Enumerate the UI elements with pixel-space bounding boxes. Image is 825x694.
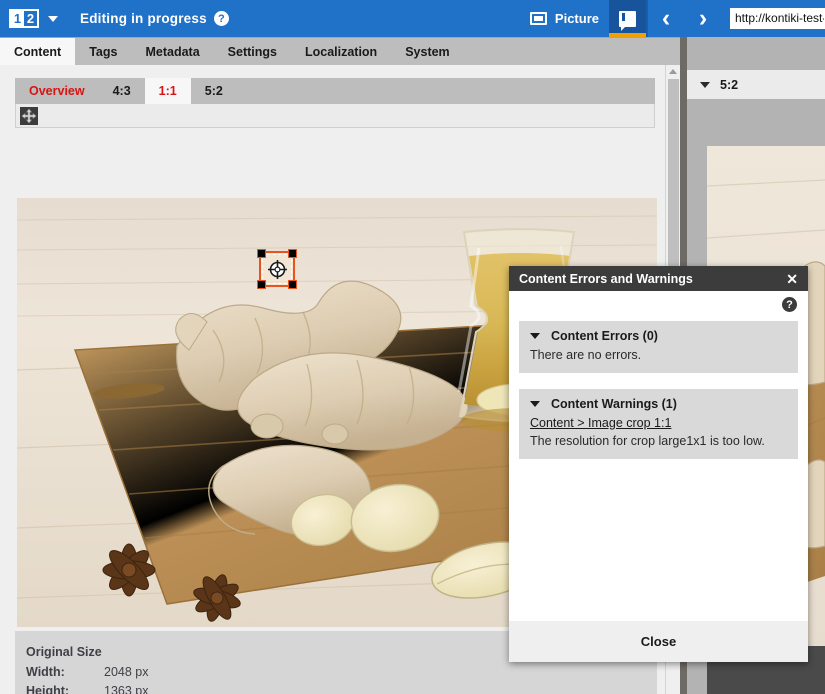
crop-center-target-icon[interactable] [267, 259, 287, 279]
chevron-down-icon[interactable] [530, 401, 540, 407]
height-row: Height: 1363 px [26, 682, 657, 694]
warnings-button[interactable] [609, 0, 646, 37]
next-button[interactable]: › [684, 0, 722, 37]
app-root: 1 2 Editing in progress ? Picture ‹ › ht… [0, 0, 825, 694]
logo-digit-2: 2 [24, 11, 37, 26]
dialog-body: ? Content Errors (0) There are no errors… [509, 291, 808, 621]
help-icon[interactable]: ? [213, 11, 229, 26]
tab-settings[interactable]: Settings [214, 38, 291, 65]
help-icon[interactable]: ? [782, 297, 797, 312]
tab-tags[interactable]: Tags [75, 38, 131, 65]
content-warning-link[interactable]: Content > Image crop 1:1 [530, 414, 787, 432]
scroll-up-arrow-icon[interactable] [669, 69, 677, 74]
top-bar: 1 2 Editing in progress ? Picture ‹ › ht… [0, 0, 825, 37]
logo-digit-1: 1 [11, 11, 24, 26]
crop-tab-4-3[interactable]: 4:3 [99, 78, 145, 104]
previous-button[interactable]: ‹ [646, 0, 684, 37]
crop-tab-5-2[interactable]: 5:2 [191, 78, 237, 104]
dialog-footer: Close [509, 621, 808, 662]
dialog-title: Content Errors and Warnings [519, 271, 693, 286]
chevron-down-icon[interactable] [700, 81, 710, 88]
height-value: 1363 px [104, 684, 149, 694]
content-warnings-panel: Content Warnings (1) Content > Image cro… [519, 389, 798, 459]
top-bar-right: Picture ‹ › http://kontiki-test- [524, 0, 825, 37]
chevron-down-icon[interactable] [48, 15, 58, 22]
tab-content[interactable]: Content [0, 38, 76, 65]
width-row: Width: 2048 px [26, 663, 657, 682]
content-warnings-title: Content Warnings (1) [551, 397, 677, 411]
close-button[interactable]: Close [623, 628, 694, 655]
warning-speech-bubble-icon [619, 10, 636, 31]
editing-status-label: Editing in progress [80, 11, 207, 26]
crop-handle-top-left[interactable] [257, 249, 266, 258]
picture-label: Picture [554, 11, 599, 26]
close-icon[interactable]: ✕ [784, 272, 800, 286]
content-warning-text: The resolution for crop large1x1 is too … [530, 434, 765, 448]
content-errors-text: There are no errors. [530, 348, 642, 362]
tab-localization[interactable]: Localization [291, 38, 391, 65]
picture-type-chip[interactable]: Picture [524, 0, 609, 37]
url-input[interactable]: http://kontiki-test- [730, 8, 825, 29]
chevron-down-icon[interactable] [530, 333, 540, 339]
preview-section-5-2[interactable]: 5:2 [687, 70, 825, 99]
content-warnings-header[interactable]: Content Warnings (1) [530, 397, 787, 411]
crop-selection-marker[interactable] [257, 249, 297, 289]
content-errors-header[interactable]: Content Errors (0) [530, 329, 787, 343]
crop-tab-overview[interactable]: Overview [15, 78, 99, 104]
crop-tab-strip: Overview 4:3 1:1 5:2 [15, 78, 655, 104]
height-label: Height: [26, 684, 70, 694]
content-errors-warnings-dialog: Content Errors and Warnings ✕ ? Content … [509, 266, 808, 662]
width-value: 2048 px [104, 665, 149, 679]
crop-handle-bottom-right[interactable] [288, 280, 297, 289]
picture-icon [529, 12, 547, 25]
main-tab-strip: Content Tags Metadata Settings Localizat… [0, 37, 680, 65]
preview-section-label: 5:2 [720, 77, 739, 92]
width-label: Width: [26, 665, 65, 679]
content-errors-panel: Content Errors (0) There are no errors. [519, 321, 798, 373]
app-logo[interactable]: 1 2 [9, 9, 39, 28]
crop-toolbar [15, 104, 655, 128]
content-errors-title: Content Errors (0) [551, 329, 658, 343]
tab-metadata[interactable]: Metadata [131, 38, 213, 65]
move-crosshair-icon[interactable] [20, 106, 38, 125]
crop-handle-bottom-left[interactable] [257, 280, 266, 289]
crop-tab-1-1[interactable]: 1:1 [144, 78, 191, 104]
dialog-title-bar: Content Errors and Warnings ✕ [509, 266, 808, 291]
tab-system[interactable]: System [391, 38, 463, 65]
crop-handle-top-right[interactable] [288, 249, 297, 258]
